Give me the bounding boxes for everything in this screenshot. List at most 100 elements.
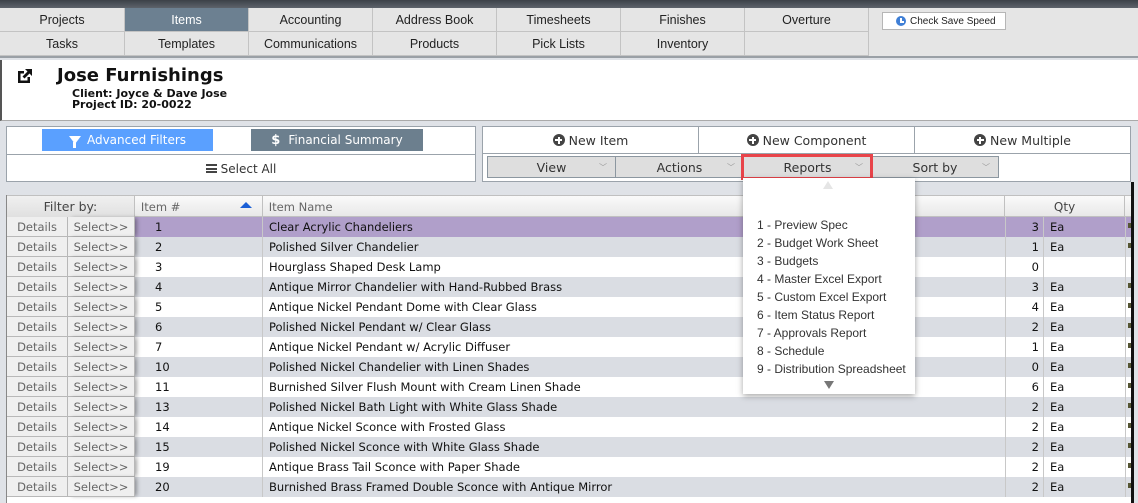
details-button[interactable]: Details xyxy=(7,257,68,277)
item-number-header[interactable]: Item # xyxy=(135,196,263,217)
reports-menu-item[interactable]: 4 - Master Excel Export xyxy=(757,270,906,288)
unit-cell: Ea xyxy=(1044,477,1126,497)
select-button[interactable]: Select>> xyxy=(68,377,135,397)
select-button[interactable]: Select>> xyxy=(68,237,135,257)
select-button[interactable]: Select>> xyxy=(68,477,135,497)
nav-tab-overture[interactable]: Overture xyxy=(745,8,869,32)
table-row[interactable]: Details Select>> 11 Burnished Silver Flush … xyxy=(7,377,1132,397)
sort-ascending-icon[interactable] xyxy=(239,202,252,208)
qty-cell: 0 xyxy=(1006,357,1044,377)
details-button[interactable]: Details xyxy=(7,397,68,417)
plus-circle-icon xyxy=(746,134,759,146)
item-name-cell: Antique Brass Tail Sconce with Paper Sha… xyxy=(263,457,1006,477)
actions-dropdown[interactable]: Actions ﹀ xyxy=(615,156,743,178)
reports-menu-item[interactable]: 5 - Custom Excel Export xyxy=(757,288,906,306)
details-button[interactable]: Details xyxy=(7,357,68,377)
select-button[interactable]: Select>> xyxy=(68,217,135,237)
reports-dropdown[interactable]: Reports ﹀ xyxy=(741,154,873,180)
scroll-down-icon[interactable] xyxy=(824,381,834,389)
nav-tab-finishes[interactable]: Finishes xyxy=(621,8,745,32)
nav-tab-products[interactable]: Products xyxy=(373,32,497,56)
details-button[interactable]: Details xyxy=(7,297,68,317)
financial-summary-button[interactable]: $ Financial Summary xyxy=(251,129,423,151)
table-row[interactable]: Details Select>> 5 Antique Nickel Pendant D… xyxy=(7,297,1132,317)
table-row[interactable]: Details Select>> 6 Polished Nickel Pendant … xyxy=(7,317,1132,337)
nav-row-primary: Projects Items Accounting Address Book Times… xyxy=(0,8,869,32)
check-save-speed-button[interactable]: Check Save Speed xyxy=(882,12,1006,30)
reports-menu-item[interactable]: 9 - Distribution Spreadsheet xyxy=(757,360,906,378)
select-button[interactable]: Select>> xyxy=(68,337,135,357)
select-button[interactable]: Select>> xyxy=(68,357,135,377)
table-row[interactable]: Details Select>> 1 Clear Acrylic Chandelier… xyxy=(7,217,1132,237)
table-row[interactable]: Details Select>> 3 Hourglass Shaped Desk La… xyxy=(7,257,1132,277)
actions-label: Actions xyxy=(656,159,703,175)
advanced-filters-button[interactable]: Advanced Filters xyxy=(42,129,213,151)
reports-menu-item[interactable]: 3 - Budgets xyxy=(757,252,906,270)
table-row[interactable]: Details Select>> 2 Polished Silver Chandeli… xyxy=(7,237,1132,257)
select-button[interactable]: Select>> xyxy=(68,317,135,337)
table-row[interactable]: Details Select>> 10 Polished Nickel Chandel… xyxy=(7,357,1132,377)
table-row[interactable]: Details Select>> 19 Antique Brass Tail Scon… xyxy=(7,457,1132,477)
reports-menu-item[interactable]: 6 - Item Status Report xyxy=(757,306,906,324)
view-dropdown[interactable]: View ﹀ xyxy=(487,156,615,178)
qty-header[interactable]: Qty xyxy=(1005,196,1125,217)
nav-tab-accounting[interactable]: Accounting xyxy=(249,8,373,32)
item-number-cell: 13 xyxy=(135,397,263,417)
table-row[interactable]: Details Select>> 15 Polished Nickel Sconce … xyxy=(7,437,1132,457)
new-multiple-button[interactable]: New Multiple xyxy=(915,127,1130,153)
details-button[interactable]: Details xyxy=(7,277,68,297)
details-button[interactable]: Details xyxy=(7,417,68,437)
sort-by-dropdown[interactable]: Sort by ﹀ xyxy=(871,156,999,178)
nav-tab-empty xyxy=(745,32,869,56)
main-nav: Projects Items Accounting Address Book Times… xyxy=(0,8,1138,58)
details-button[interactable]: Details xyxy=(7,237,68,257)
details-button[interactable]: Details xyxy=(7,217,68,237)
list-icon xyxy=(205,164,217,173)
new-item-button[interactable]: New Item xyxy=(483,127,699,153)
view-label: View xyxy=(536,159,567,175)
select-button[interactable]: Select>> xyxy=(68,277,135,297)
qty-cell: 1 xyxy=(1006,237,1044,257)
nav-tab-timesheets[interactable]: Timesheets xyxy=(497,8,621,32)
item-number-cell: 2 xyxy=(135,237,263,257)
details-button[interactable]: Details xyxy=(7,477,68,497)
nav-tab-inventory[interactable]: Inventory xyxy=(621,32,745,56)
reports-menu-item[interactable]: 2 - Budget Work Sheet xyxy=(757,234,906,252)
details-button[interactable]: Details xyxy=(7,317,68,337)
reports-menu-item[interactable]: 1 - Preview Spec xyxy=(757,216,906,234)
nav-tab-pick-lists[interactable]: Pick Lists xyxy=(497,32,621,56)
reports-menu-item[interactable]: 7 - Approvals Report xyxy=(757,324,906,342)
details-button[interactable]: Details xyxy=(7,457,68,477)
select-all-button[interactable]: Select All xyxy=(7,154,475,182)
new-component-button[interactable]: New Component xyxy=(699,127,915,153)
select-button[interactable]: Select>> xyxy=(68,397,135,417)
reports-menu-item[interactable]: 8 - Schedule xyxy=(757,342,906,360)
table-row[interactable]: Details Select>> 14 Antique Nickel Sconce w… xyxy=(7,417,1132,437)
scroll-up-icon[interactable] xyxy=(823,181,833,189)
nav-tab-address-book[interactable]: Address Book xyxy=(373,8,497,32)
table-row[interactable]: Details Select>> 4 Antique Mirror Chandelie… xyxy=(7,277,1132,297)
external-link-icon[interactable] xyxy=(16,67,34,85)
nav-tab-tasks[interactable]: Tasks xyxy=(0,32,125,56)
details-button[interactable]: Details xyxy=(7,337,68,357)
select-button[interactable]: Select>> xyxy=(68,417,135,437)
table-row[interactable]: Details Select>> 13 Polished Nickel Bath Li… xyxy=(7,397,1132,417)
select-button[interactable]: Select>> xyxy=(68,297,135,317)
nav-tab-templates[interactable]: Templates xyxy=(125,32,249,56)
unit-cell: Ea xyxy=(1044,337,1126,357)
select-button[interactable]: Select>> xyxy=(68,257,135,277)
details-button[interactable]: Details xyxy=(7,437,68,457)
unit-cell: Ea xyxy=(1044,237,1126,257)
new-multiple-label: New Multiple xyxy=(990,132,1071,148)
details-button[interactable]: Details xyxy=(7,377,68,397)
chevron-down-icon: ﹀ xyxy=(727,163,735,172)
item-number-cell: 4 xyxy=(135,277,263,297)
nav-tab-communications[interactable]: Communications xyxy=(249,32,373,56)
table-row[interactable]: Details Select>> 7 Antique Nickel Pendant w… xyxy=(7,337,1132,357)
nav-tab-projects[interactable]: Projects xyxy=(0,8,125,32)
select-button[interactable]: Select>> xyxy=(68,457,135,477)
unit-cell: Ea xyxy=(1044,357,1126,377)
select-button[interactable]: Select>> xyxy=(68,437,135,457)
nav-tab-items[interactable]: Items xyxy=(125,8,249,32)
table-row[interactable]: Details Select>> 20 Burnished Brass Framed … xyxy=(7,477,1132,497)
